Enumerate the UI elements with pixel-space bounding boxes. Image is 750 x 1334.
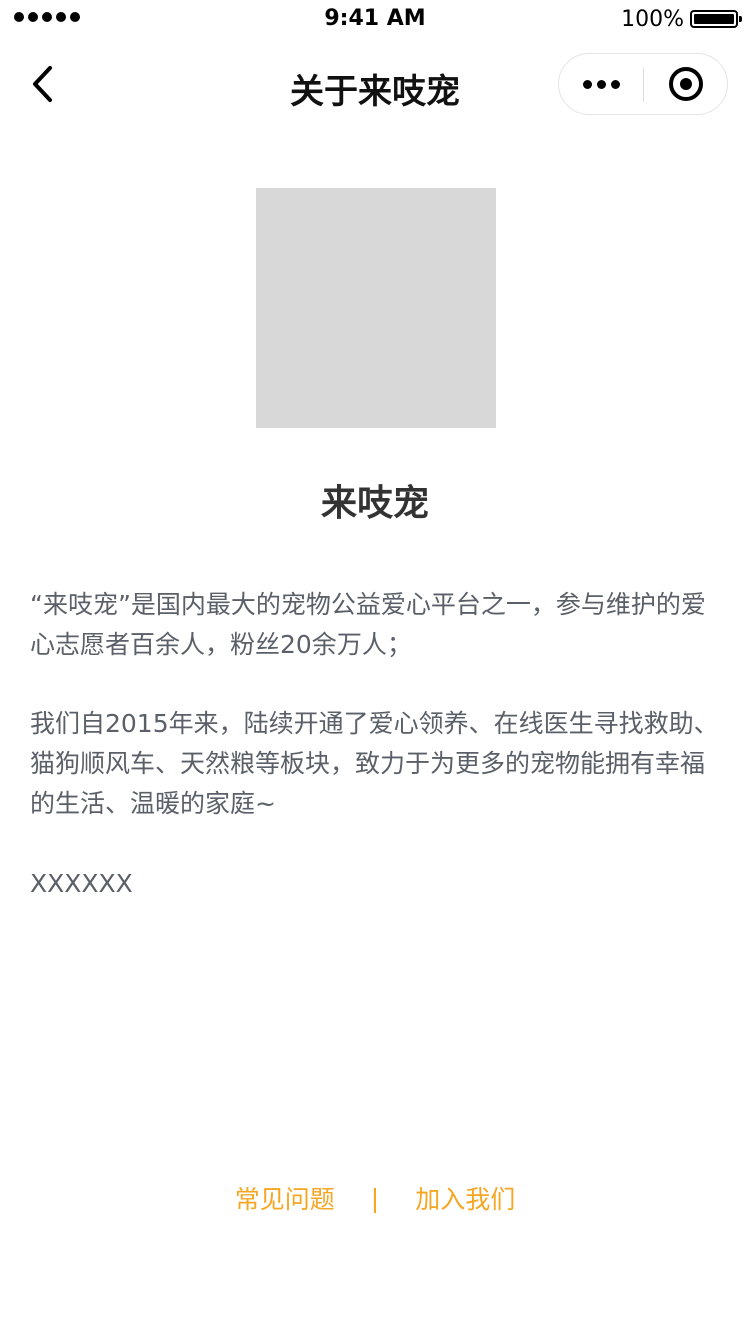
description-paragraph: “来吱宠”是国内最大的宠物公益爱心平台之一，参与维护的爱心志愿者百余人，粉丝20… bbox=[30, 590, 706, 659]
app-logo-placeholder bbox=[256, 188, 496, 428]
about-page: 9:41 AM 100% 关于来吱宠 来吱宠 “来吱宠”是国内最大的宠物公益爱心… bbox=[0, 0, 750, 1334]
mini-program-capsule bbox=[558, 53, 728, 115]
app-name: 来吱宠 bbox=[320, 483, 429, 524]
footer-links: 常见问题 | 加入我们 bbox=[0, 1180, 750, 1216]
target-circle-icon bbox=[669, 67, 703, 101]
description-paragraph: 我们自2015年来，陆续开通了爱心领养、在线医生寻找救助、猫狗顺风车、天然粮等板… bbox=[30, 709, 719, 818]
footer-separator: | bbox=[370, 1183, 380, 1213]
battery-icon bbox=[690, 10, 742, 28]
join-us-link[interactable]: 加入我们 bbox=[415, 1180, 515, 1216]
faq-link[interactable]: 常见问题 bbox=[235, 1180, 335, 1216]
more-button[interactable] bbox=[559, 54, 643, 114]
more-dots-icon bbox=[582, 79, 592, 89]
close-mini-program-button[interactable] bbox=[644, 54, 728, 114]
description-paragraph: XXXXXX bbox=[30, 869, 133, 898]
battery-percent: 100% bbox=[621, 7, 684, 32]
nav-bar: 关于来吱宠 bbox=[0, 40, 750, 128]
status-bar: 9:41 AM 100% bbox=[0, 0, 750, 40]
